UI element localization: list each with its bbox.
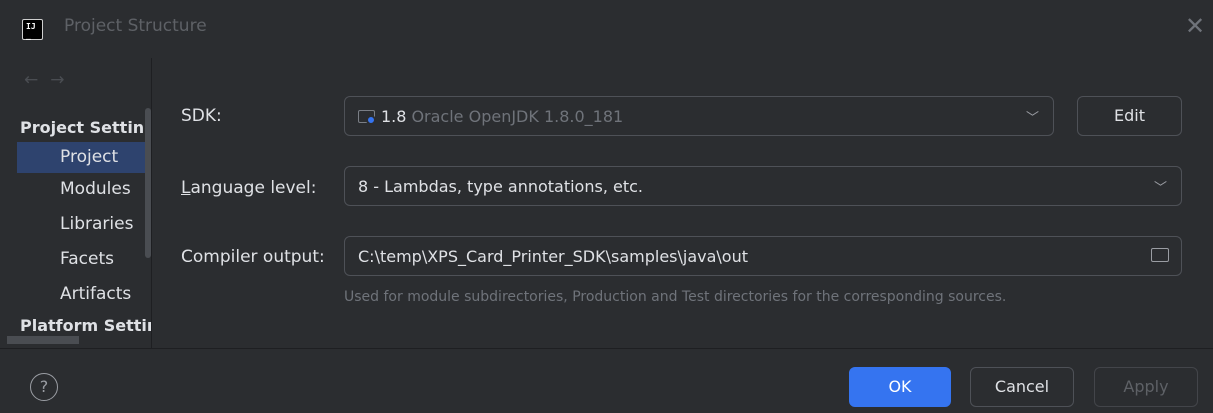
compiler-output-hint: Used for module subdirectories, Producti… [344, 289, 1007, 305]
chevron-down-icon: ﹀ [1153, 181, 1167, 196]
sidebar-item-facets[interactable]: Facets [17, 244, 147, 275]
sidebar: ←→ Project Setting Project Modules Libra… [7, 58, 152, 348]
back-arrow-icon[interactable]: ← [24, 70, 50, 90]
sidebar-item-project[interactable]: Project [17, 142, 147, 173]
project-settings-panel: SDK: 1.8 Oracle OpenJDK 1.8.0_181 ﹀ Edit… [152, 58, 1213, 348]
sidebar-horizontal-scrollbar[interactable] [7, 336, 79, 344]
compiler-output-label: Compiler output: [181, 247, 325, 267]
title-bar: IJ _ Project Structure ✕ [0, 0, 1213, 58]
sdk-name: Oracle OpenJDK 1.8.0_181 [411, 106, 624, 126]
sdk-version: 1.8 [381, 106, 407, 126]
chevron-down-icon: ﹀ [1025, 111, 1039, 126]
group-project-settings: Project Setting [20, 118, 152, 137]
edit-sdk-button[interactable]: Edit [1077, 96, 1182, 136]
window-title: Project Structure [64, 16, 207, 36]
compiler-output-value: C:\temp\XPS_Card_Printer_SDK\samples\jav… [358, 246, 748, 266]
nav-arrows: ←→ [24, 70, 77, 90]
language-level-label-rest: anguage level: [190, 178, 317, 198]
sidebar-item-artifacts[interactable]: Artifacts [17, 279, 147, 310]
close-icon[interactable]: ✕ [1185, 14, 1205, 38]
ok-button[interactable]: OK [849, 367, 951, 407]
sidebar-item-modules[interactable]: Modules [17, 174, 147, 205]
cancel-button[interactable]: Cancel [970, 367, 1074, 407]
language-level-label: Language level: [181, 178, 316, 198]
forward-arrow-icon[interactable]: → [50, 70, 76, 90]
compiler-output-field[interactable]: C:\temp\XPS_Card_Printer_SDK\samples\jav… [344, 236, 1182, 276]
group-platform-settings: Platform Settir [20, 316, 152, 335]
help-icon[interactable]: ? [30, 373, 58, 401]
language-level-value: 8 - Lambdas, type annotations, etc. [358, 176, 643, 196]
intellij-app-icon: IJ _ [22, 19, 43, 40]
language-level-dropdown[interactable]: 8 - Lambdas, type annotations, etc. ﹀ [344, 166, 1182, 206]
sidebar-item-libraries[interactable]: Libraries [17, 209, 147, 240]
browse-folder-icon[interactable] [1151, 248, 1169, 262]
apply-button[interactable]: Apply [1094, 367, 1198, 407]
sdk-folder-icon [358, 108, 378, 125]
sdk-dropdown[interactable]: 1.8 Oracle OpenJDK 1.8.0_181 ﹀ [344, 96, 1054, 136]
sdk-label: SDK: [181, 106, 222, 126]
dialog-footer: ? OK Cancel Apply [0, 348, 1213, 413]
